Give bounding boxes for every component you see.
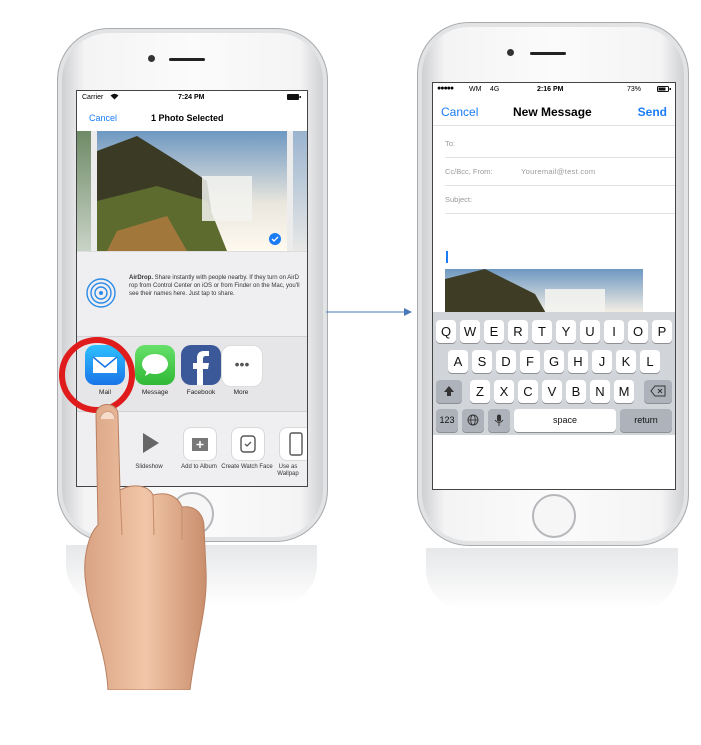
subject-field[interactable]: Subject: xyxy=(445,185,675,214)
backspace-key[interactable] xyxy=(644,380,672,403)
text-cursor xyxy=(446,251,448,263)
key-z[interactable]: Z xyxy=(470,380,490,403)
use-as-wallpaper-button[interactable] xyxy=(279,427,307,461)
from-value: Youremail@test.com xyxy=(521,167,596,176)
shift-key[interactable] xyxy=(436,380,462,403)
key-e[interactable]: E xyxy=(484,320,504,343)
status-bar: Carrier 7:24 PM xyxy=(77,91,307,105)
battery-icon xyxy=(287,94,301,102)
key-w[interactable]: W xyxy=(460,320,480,343)
attached-photo xyxy=(445,269,643,312)
key-r[interactable]: R xyxy=(508,320,528,343)
space-key[interactable]: space xyxy=(514,409,616,432)
status-time: 7:24 PM xyxy=(178,94,205,101)
globe-key[interactable] xyxy=(462,409,484,432)
wifi-icon xyxy=(110,93,119,102)
subject-label: Subject: xyxy=(445,195,473,204)
key-t[interactable]: T xyxy=(532,320,552,343)
key-h[interactable]: H xyxy=(568,350,588,373)
key-f[interactable]: F xyxy=(520,350,540,373)
phone-icon xyxy=(289,432,303,456)
photo-thumbnail-prev[interactable] xyxy=(77,131,91,251)
compose-nav-bar: Cancel New Message Send xyxy=(433,97,675,126)
key-y[interactable]: Y xyxy=(556,320,576,343)
share-nav-bar: Cancel 1 Photo Selected xyxy=(77,105,307,131)
globe-icon xyxy=(467,414,479,426)
key-k[interactable]: K xyxy=(616,350,636,373)
more-icon: ••• xyxy=(234,356,250,372)
cancel-button[interactable]: Cancel xyxy=(441,105,478,119)
message-body[interactable] xyxy=(445,269,643,312)
key-g[interactable]: G xyxy=(544,350,564,373)
key-q[interactable]: Q xyxy=(436,320,456,343)
key-l[interactable]: L xyxy=(640,350,660,373)
facebook-icon xyxy=(193,351,209,385)
left-phone-camera xyxy=(148,55,155,62)
signal-icon: ●●●●● xyxy=(437,85,454,92)
new-message-screen: ●●●●● WM 4G 2:16 PM 73% Cancel New Messa… xyxy=(432,82,676,490)
waterfall-photo xyxy=(97,131,287,251)
airdrop-description: AirDrop. Share instantly with people nea… xyxy=(129,274,301,298)
cancel-button[interactable]: Cancel xyxy=(89,113,117,123)
airdrop-title: AirDrop. xyxy=(129,275,153,281)
battery-icon xyxy=(657,86,671,94)
carrier-label: WM xyxy=(469,86,482,93)
key-j[interactable]: J xyxy=(592,350,612,373)
key-c[interactable]: C xyxy=(518,380,538,403)
key-b[interactable]: B xyxy=(566,380,586,403)
key-n[interactable]: N xyxy=(590,380,610,403)
key-s[interactable]: S xyxy=(472,350,492,373)
left-phone-speaker xyxy=(169,58,205,61)
right-phone-reflection xyxy=(426,548,678,610)
key-a[interactable]: A xyxy=(448,350,468,373)
microphone-icon xyxy=(494,414,504,426)
photo-strip[interactable] xyxy=(77,131,307,251)
airdrop-section[interactable]: AirDrop. Share instantly with people nea… xyxy=(77,251,307,337)
key-o[interactable]: O xyxy=(628,320,648,343)
shift-icon xyxy=(444,386,454,396)
page-title: 1 Photo Selected xyxy=(151,113,224,123)
key-u[interactable]: U xyxy=(580,320,600,343)
status-time: 2:16 PM xyxy=(537,86,564,93)
key-d[interactable]: D xyxy=(496,350,516,373)
key-v[interactable]: V xyxy=(542,380,562,403)
transition-arrow xyxy=(326,308,412,316)
message-app-button[interactable] xyxy=(135,345,175,385)
backspace-icon xyxy=(650,385,666,397)
airdrop-icon xyxy=(86,278,116,308)
dictation-key[interactable] xyxy=(488,409,510,432)
right-phone-speaker xyxy=(530,52,566,55)
airdrop-text: Share instantly with people nearby. If t… xyxy=(129,275,300,297)
page-title: New Message xyxy=(513,105,592,119)
status-bar: ●●●●● WM 4G 2:16 PM 73% xyxy=(433,83,675,97)
to-field[interactable]: To: xyxy=(445,129,675,158)
key-x[interactable]: X xyxy=(494,380,514,403)
carrier-label: Carrier xyxy=(82,94,104,101)
message-icon xyxy=(142,354,168,376)
key-p[interactable]: P xyxy=(652,320,672,343)
pointing-hand xyxy=(84,404,207,690)
send-button[interactable]: Send xyxy=(638,105,667,119)
to-label: To: xyxy=(445,139,456,148)
cc-bcc-from-field[interactable]: Cc/Bcc, From: Youremail@test.com xyxy=(445,157,675,186)
network-label: 4G xyxy=(490,86,500,93)
use-as-wallpaper-label: Use as Wallpap xyxy=(277,464,299,477)
checkmark-icon xyxy=(269,233,281,245)
facebook-app-button[interactable] xyxy=(181,345,221,385)
photo-thumbnail-next[interactable] xyxy=(293,131,307,251)
key-m[interactable]: M xyxy=(614,380,634,403)
key-i[interactable]: I xyxy=(604,320,624,343)
keyboard: Q W E R T Y U I O P A S D F G H J K L Z … xyxy=(433,312,675,435)
right-phone-camera xyxy=(507,49,514,56)
battery-percent: 73% xyxy=(627,86,642,93)
photo-thumbnail-selected[interactable] xyxy=(97,131,287,251)
numbers-key[interactable]: 123 xyxy=(436,409,458,432)
right-phone-home-button xyxy=(532,494,576,538)
more-apps-button[interactable]: ••• xyxy=(221,345,263,387)
return-key[interactable]: return xyxy=(620,409,672,432)
cc-bcc-from-label: Cc/Bcc, From: xyxy=(445,167,493,176)
